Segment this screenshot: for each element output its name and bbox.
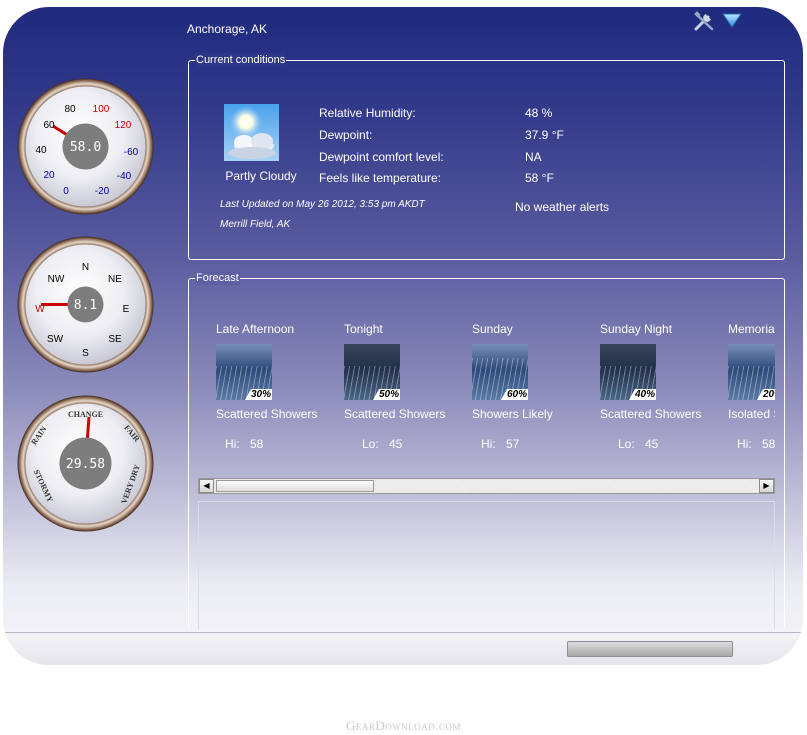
period-temp-label: Hi: xyxy=(737,437,752,451)
bottom-bar xyxy=(3,632,803,665)
period-condition: Scattered Showers xyxy=(344,407,446,421)
partly-cloudy-icon xyxy=(224,104,279,161)
barometer-value: 29.58 xyxy=(66,457,105,472)
location-label: Anchorage, AK xyxy=(187,22,268,36)
period-temp-label: Lo: xyxy=(362,437,379,451)
wind-dir-s: S xyxy=(82,348,89,359)
current-condition-text: Partly Cloudy xyxy=(225,169,297,183)
temperature-gauge: 58.0 80 100 60 120 40 -60 20 -40 0 -20 xyxy=(17,78,154,215)
detail-panel xyxy=(198,501,775,629)
barometer-gauge: 29.58 CHANGE FAIR VERY DRY STORMY RAIN xyxy=(17,395,154,532)
period-name: Tonight xyxy=(344,322,383,336)
current-conditions-legend: Current conditions xyxy=(195,53,287,67)
period-name: Sunday Night xyxy=(600,322,673,336)
wind-gauge: 8.1 N NE E SE S SW W NW xyxy=(17,236,154,373)
weather-alerts-text: No weather alerts xyxy=(515,200,610,214)
period-temp-label: Hi: xyxy=(481,437,496,451)
scroll-thumb[interactable] xyxy=(216,480,374,492)
period-temp-label: Hi: xyxy=(225,437,240,451)
period-name: Memorial Day xyxy=(728,322,775,336)
tools-icon[interactable] xyxy=(693,10,715,32)
feels-like-label: Feels like temperature: xyxy=(319,171,442,185)
wind-dir-se: SE xyxy=(108,334,122,345)
temp-scale-0: 0 xyxy=(63,186,69,197)
temp-scale-neg40: -40 xyxy=(117,171,132,182)
wind-dir-sw: SW xyxy=(47,334,64,345)
temp-scale-120: 120 xyxy=(115,120,132,131)
wind-speed-value: 8.1 xyxy=(74,298,97,313)
scroll-left-button[interactable]: ◀ xyxy=(199,479,214,493)
station-name: Merrill Field, AK xyxy=(220,219,291,230)
wind-dir-e: E xyxy=(123,304,130,315)
forecast-legend: Forecast xyxy=(195,271,240,285)
wind-dir-ne: NE xyxy=(108,274,122,285)
wind-dir-n: N xyxy=(82,262,89,273)
temp-scale-80: 80 xyxy=(64,104,76,115)
wind-dir-nw: NW xyxy=(48,274,65,285)
temp-scale-20: 20 xyxy=(43,170,55,181)
period-condition: Isolated Showers xyxy=(728,407,775,421)
period-temp-label: Lo: xyxy=(618,437,635,451)
comfort-value: NA xyxy=(525,150,542,164)
scattered-showers-night-icon: 40% xyxy=(600,344,656,400)
period-temp-value: 45 xyxy=(389,437,403,451)
temperature-value: 58.0 xyxy=(70,140,101,155)
period-temp-value: 58 xyxy=(250,437,264,451)
period-name: Late Afternoon xyxy=(216,322,295,336)
last-updated-text: Last Updated on May 26 2012, 3:53 pm AKD… xyxy=(220,199,425,210)
humidity-label: Relative Humidity: xyxy=(319,106,416,120)
forecast-horizontal-scrollbar[interactable]: ◀ ▶ xyxy=(198,478,775,494)
period-name: Sunday xyxy=(472,322,513,336)
period-condition: Showers Likely xyxy=(472,407,553,421)
weather-window: Anchorage, AK 58.0 80 100 60 120 40 -60 … xyxy=(3,7,803,665)
temp-scale-neg20: -20 xyxy=(95,186,110,197)
dewpoint-label: Dewpoint: xyxy=(319,128,373,142)
temp-scale-60: 60 xyxy=(43,120,55,131)
scroll-track[interactable] xyxy=(375,480,759,492)
current-conditions-panel: Current conditions Partly Cloudy Relativ… xyxy=(188,53,785,260)
period-temp-value: 57 xyxy=(506,437,520,451)
watermark: GearDownload.com xyxy=(345,718,462,733)
temp-scale-neg60: -60 xyxy=(124,147,139,158)
scattered-showers-night-icon: 50% xyxy=(344,344,400,400)
period-temp-value: 45 xyxy=(645,437,659,451)
forecast-panel: Forecast Late Afternoon 30% Scattered Sh… xyxy=(188,271,785,629)
comfort-label: Dewpoint comfort level: xyxy=(319,150,444,164)
period-condition: Scattered Showers xyxy=(216,407,318,421)
period-condition: Scattered Showers xyxy=(600,407,702,421)
temp-scale-100: 100 xyxy=(93,104,110,115)
feels-like-value: 58 °F xyxy=(525,171,554,185)
showers-icon: 60% xyxy=(472,344,528,400)
period-temp-value: 58 xyxy=(762,437,775,451)
isolated-showers-icon: 20% xyxy=(728,344,775,400)
dewpoint-value: 37.9 °F xyxy=(525,128,564,142)
barometer-label-change: CHANGE xyxy=(68,410,103,419)
humidity-value: 48 % xyxy=(525,106,553,120)
scattered-showers-icon: 30% xyxy=(216,344,272,400)
bottom-button[interactable] xyxy=(567,641,733,657)
wind-dir-w: W xyxy=(35,304,45,315)
dropdown-arrow-icon[interactable] xyxy=(721,11,743,29)
scroll-right-button[interactable]: ▶ xyxy=(759,479,774,493)
forecast-scroll-area[interactable]: Late Afternoon 30% Scattered Showers Hi:… xyxy=(198,298,775,493)
temp-scale-40: 40 xyxy=(35,145,47,156)
